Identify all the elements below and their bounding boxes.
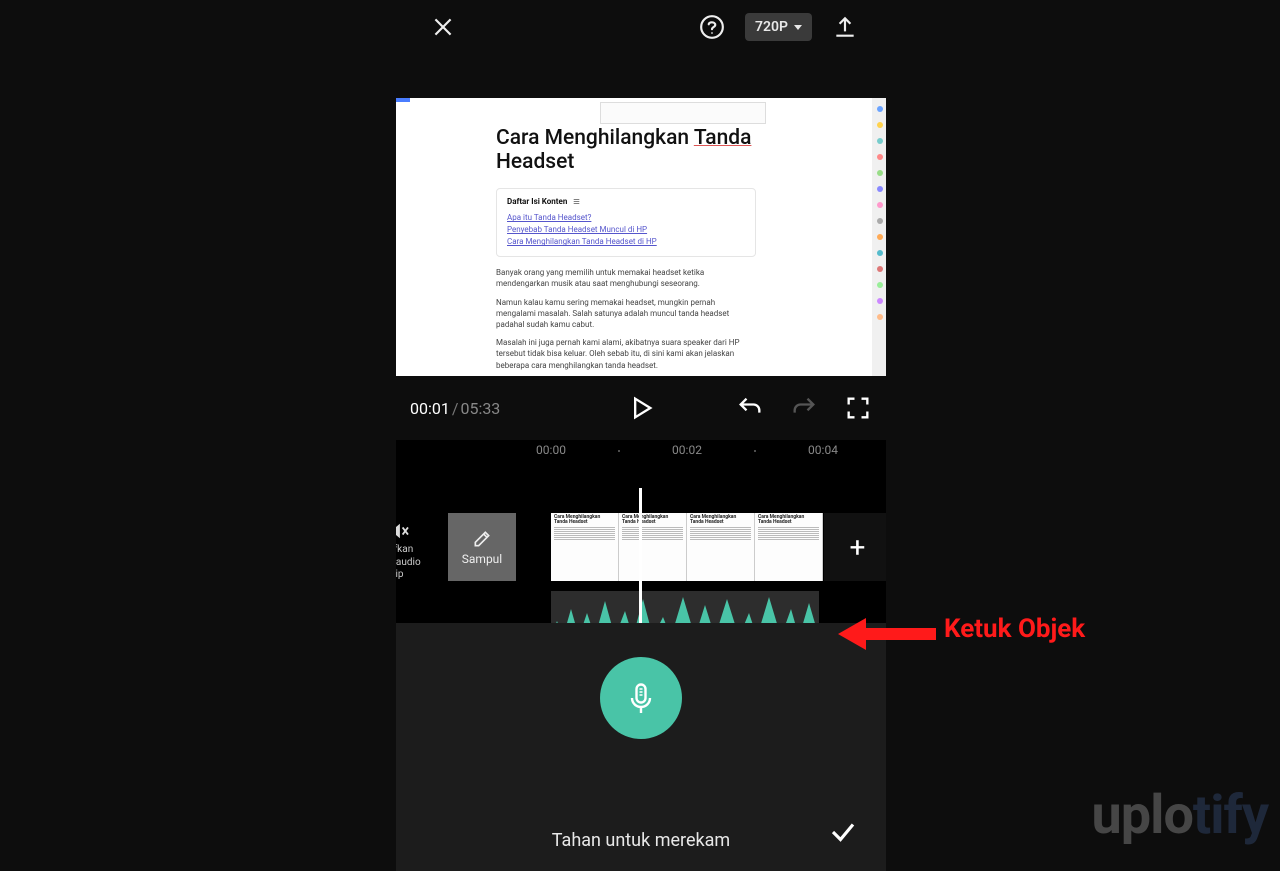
volume-mute-icon — [396, 522, 410, 540]
clip-thumbnail[interactable]: Cara Menghilangkan Tanda Headset — [551, 513, 619, 581]
plus-icon: + — [850, 531, 866, 564]
record-button[interactable] — [600, 657, 682, 739]
preview-searchbox — [600, 102, 766, 124]
transport-bar: 00:01/05:33 — [396, 376, 886, 440]
add-clip-button[interactable]: + — [823, 513, 886, 581]
redo-button — [790, 394, 818, 422]
fullscreen-button[interactable] — [844, 394, 872, 422]
confirm-button[interactable] — [828, 817, 858, 851]
cover-button[interactable]: Sampul — [448, 513, 516, 581]
close-button[interactable] — [426, 10, 460, 44]
record-hint: Tahan untuk merekam — [396, 830, 886, 851]
preview-document: Cara Menghilangkan TandaHeadset Daftar I… — [496, 126, 756, 376]
clip-thumbnail[interactable]: Cara Menghilangkan Tanda Headset — [619, 513, 687, 581]
pencil-icon — [472, 529, 492, 549]
clip-thumbnail[interactable]: Cara Menghilangkan Tanda Headset — [755, 513, 823, 581]
preview-canvas[interactable]: Cara Menghilangkan TandaHeadset Daftar I… — [396, 98, 886, 376]
check-icon — [828, 817, 858, 847]
doc-title: Cara Menghilangkan TandaHeadset — [496, 126, 756, 174]
resolution-selector[interactable]: 720P — [745, 13, 812, 41]
annotation-arrow — [838, 614, 936, 654]
microphone-icon — [623, 680, 659, 716]
undo-icon — [736, 394, 764, 422]
playhead[interactable] — [639, 488, 642, 623]
doc-toc: Daftar Isi Konten Apa itu Tanda Headset?… — [496, 188, 756, 257]
redo-icon — [790, 394, 818, 422]
upload-icon — [832, 14, 858, 40]
play-button[interactable] — [627, 394, 655, 422]
audio-clip-label: Sulih suara 1 — [557, 621, 620, 623]
play-icon — [627, 394, 655, 422]
help-icon — [699, 14, 725, 40]
video-track[interactable]: Cara Menghilangkan Tanda Headset Cara Me… — [551, 513, 886, 581]
watermark: uplotify — [1092, 784, 1268, 847]
arrow-left-icon — [838, 614, 936, 654]
help-button[interactable] — [695, 10, 729, 44]
export-button[interactable] — [828, 10, 862, 44]
voiceover-track[interactable]: Sulih suara 1 — [551, 591, 819, 623]
annotation-label: Ketuk Objek — [944, 614, 1085, 644]
record-panel: Tahan untuk merekam — [396, 623, 886, 871]
close-icon — [430, 14, 456, 40]
preview-sidebar — [872, 98, 886, 376]
mute-audio-toggle[interactable]: tifkan a audio klip — [396, 522, 442, 582]
timeline[interactable]: 00:00 00:02 00:04 tifkan a audio klip Sa… — [396, 440, 886, 623]
clip-thumbnail[interactable]: Cara Menghilangkan Tanda Headset — [687, 513, 755, 581]
fullscreen-icon — [844, 394, 872, 422]
chevron-down-icon — [794, 25, 802, 30]
top-bar: 720P — [396, 0, 886, 54]
resolution-label: 720P — [755, 19, 788, 35]
time-display: 00:01/05:33 — [410, 399, 500, 418]
undo-button[interactable] — [736, 394, 764, 422]
time-ruler: 00:00 00:02 00:04 — [396, 440, 886, 464]
waveform — [551, 591, 819, 623]
